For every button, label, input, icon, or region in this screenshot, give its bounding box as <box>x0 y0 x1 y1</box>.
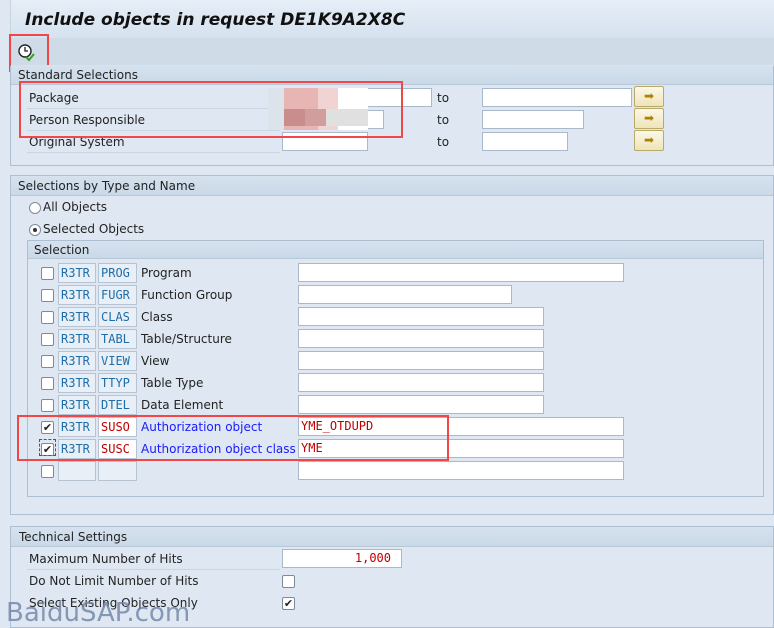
object-type-label: View <box>141 354 170 368</box>
object-name-input[interactable] <box>298 461 624 480</box>
object-type-field: PROG <box>98 263 137 283</box>
existing-only-checkbox[interactable]: ✔ <box>282 597 295 610</box>
object-name-input[interactable] <box>298 329 544 348</box>
object-type-label: Table Type <box>141 376 204 390</box>
object-type-field: VIEW <box>98 351 137 371</box>
redacted-value <box>284 109 368 126</box>
object-name-input[interactable] <box>298 263 624 282</box>
pgmid-field: R3TR <box>58 395 96 415</box>
radio-selected-objects[interactable] <box>29 224 41 236</box>
row-checkbox[interactable] <box>41 311 54 324</box>
to-label: to <box>437 91 450 105</box>
object-name-input[interactable] <box>298 285 512 304</box>
to-input[interactable] <box>482 110 584 129</box>
pgmid-field <box>58 461 96 481</box>
object-type-field <box>98 461 137 481</box>
row-checkbox[interactable] <box>41 377 54 390</box>
object-type-label: Program <box>141 266 192 280</box>
multiple-selection-button[interactable]: ➡ <box>634 108 664 129</box>
to-input[interactable] <box>482 88 632 107</box>
group-title: Technical Settings <box>11 527 773 547</box>
highlight-auth-rows <box>17 415 449 461</box>
pgmid-field: R3TR <box>58 263 96 283</box>
group-title: Selections by Type and Name <box>11 176 773 196</box>
object-type-label: Table/Structure <box>141 332 232 346</box>
object-type-field: DTEL <box>98 395 137 415</box>
object-type-label: Function Group <box>141 288 233 302</box>
watermark: BaiduSAP.com <box>6 598 191 628</box>
to-label: to <box>437 135 450 149</box>
object-type-label: Data Element <box>141 398 224 412</box>
no-limit-label: Do Not Limit Number of Hits <box>29 574 199 588</box>
arrow-right-icon: ➡ <box>643 89 655 103</box>
object-type-field: TABL <box>98 329 137 349</box>
row-checkbox[interactable] <box>41 355 54 368</box>
pgmid-field: R3TR <box>58 285 96 305</box>
row-checkbox[interactable] <box>41 465 54 478</box>
arrow-right-icon: ➡ <box>643 111 655 125</box>
subgroup-title: Selection <box>28 241 763 259</box>
to-input[interactable] <box>482 132 568 151</box>
to-label: to <box>437 113 450 127</box>
arrow-right-icon: ➡ <box>643 133 655 147</box>
object-type-field: FUGR <box>98 285 137 305</box>
object-type-field: CLAS <box>98 307 137 327</box>
radio-all-objects[interactable] <box>29 202 41 214</box>
multiple-selection-button[interactable]: ➡ <box>634 86 664 107</box>
title-bar: Include objects in request DE1K9A2X8C <box>10 0 774 38</box>
pgmid-field: R3TR <box>58 307 96 327</box>
pgmid-field: R3TR <box>58 373 96 393</box>
object-name-input[interactable] <box>298 395 544 414</box>
max-hits-label: Maximum Number of Hits <box>29 552 183 566</box>
pgmid-field: R3TR <box>58 329 96 349</box>
row-checkbox[interactable] <box>41 289 54 302</box>
row-checkbox[interactable] <box>41 267 54 280</box>
pgmid-field: R3TR <box>58 351 96 371</box>
page-title: Include objects in request DE1K9A2X8C <box>25 10 406 30</box>
focus-marker <box>39 439 56 456</box>
multiple-selection-button[interactable]: ➡ <box>634 130 664 151</box>
row-checkbox[interactable] <box>41 333 54 346</box>
max-hits-input[interactable]: 1,000 <box>282 549 402 568</box>
row-checkbox[interactable] <box>41 399 54 412</box>
object-name-input[interactable] <box>298 307 544 326</box>
object-name-input[interactable] <box>298 351 544 370</box>
object-type-field: TTYP <box>98 373 137 393</box>
no-limit-checkbox[interactable] <box>282 575 295 588</box>
object-name-input[interactable] <box>298 373 544 392</box>
radio-all-objects-label: All Objects <box>43 200 108 214</box>
object-type-label: Class <box>141 310 173 324</box>
radio-selected-objects-label: Selected Objects <box>43 222 145 236</box>
